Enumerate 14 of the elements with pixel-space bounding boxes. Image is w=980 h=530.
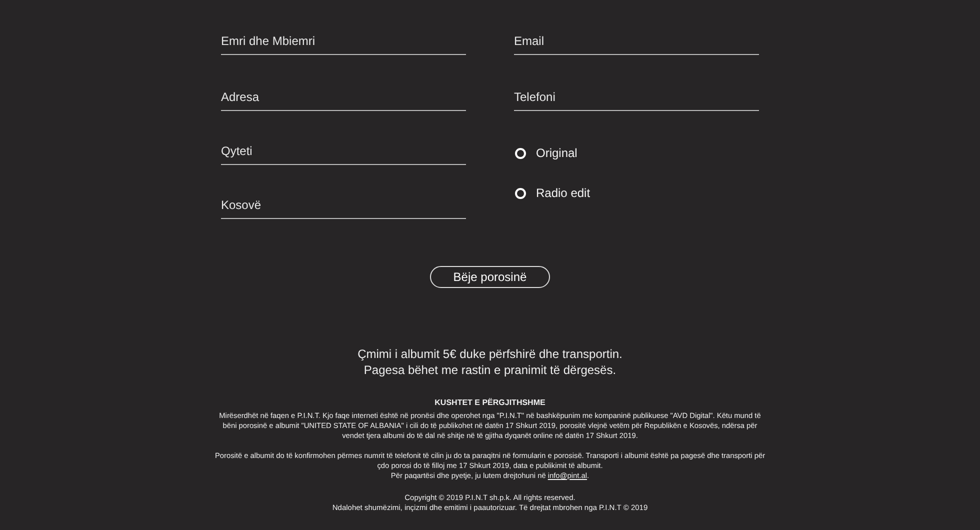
- input-field[interactable]: Qyteti: [221, 140, 466, 165]
- terms-title: KUSHTET E PËRGJITHSHME: [434, 398, 546, 408]
- order-button[interactable]: Bëje porosinë: [430, 266, 550, 288]
- input-field[interactable]: Adresa: [221, 86, 466, 111]
- input-field[interactable]: Emri dhe Mbiemri: [221, 30, 466, 55]
- price-note: Çmimi i albumit 5€ duke përfshirë dhe transportin.: [358, 346, 622, 362]
- input-field[interactable]: Telefoni: [514, 86, 759, 111]
- price-note: Pagesa bëhet me rastin e pranimit të dërgesës.: [362, 362, 618, 378]
- input-field[interactable]: Email: [514, 30, 759, 55]
- radio-button[interactable]: [515, 148, 526, 158]
- radio-button[interactable]: [515, 188, 526, 198]
- input-field[interactable]: Kosovë: [221, 194, 466, 219]
- radio-label[interactable]: Radio edit: [536, 186, 590, 200]
- radio-label[interactable]: Original: [536, 146, 578, 160]
